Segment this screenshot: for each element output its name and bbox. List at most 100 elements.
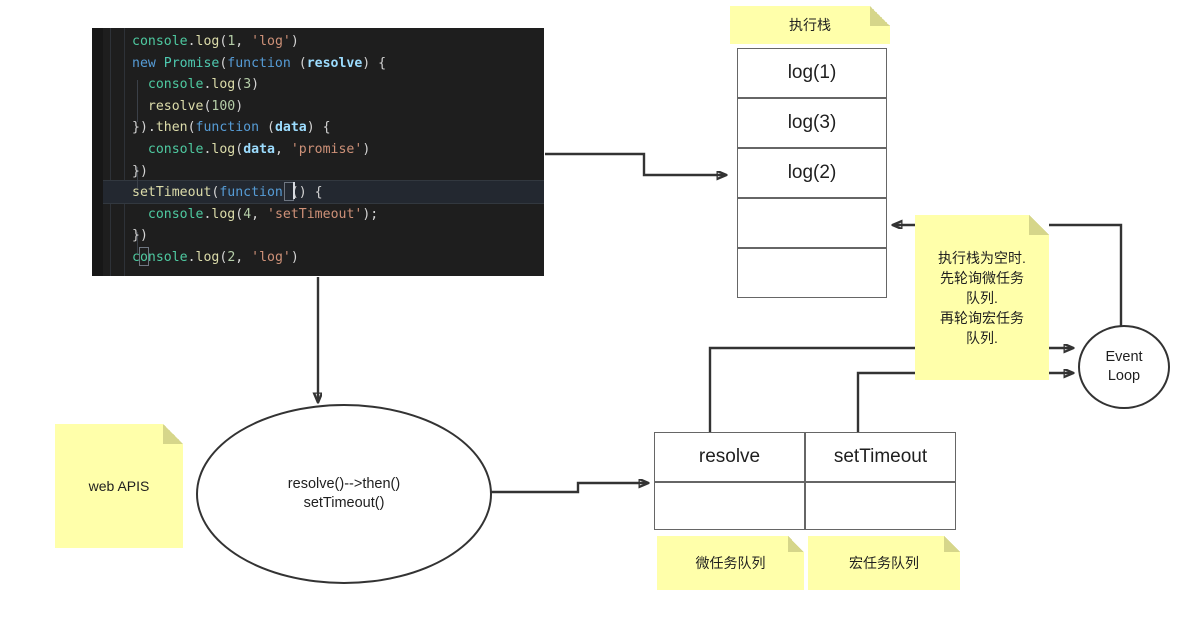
callstack-note: 执行栈 <box>730 6 890 44</box>
text-caret <box>293 182 295 199</box>
note-fold-icon <box>870 6 890 26</box>
code-token: log <box>211 77 236 93</box>
event-loop-label-line1: Event <box>1105 349 1143 365</box>
code-line: }) <box>132 161 544 183</box>
macrotask-queue-empty-cell <box>805 482 956 530</box>
code-line: console.log(3) <box>132 74 544 96</box>
code-token: log <box>195 34 220 49</box>
code-token: function <box>195 120 260 136</box>
code-line: console.log(4, 'setTimeout'); <box>132 204 544 226</box>
code-token: 'log' <box>251 249 291 265</box>
code-token: . <box>187 34 196 49</box>
editor-gutter <box>92 28 103 276</box>
code-editor-panel[interactable]: console.log(1, 'log') new Promise(functio… <box>92 28 544 276</box>
code-token: resolve <box>306 55 363 71</box>
code-token: 3 <box>243 77 252 93</box>
code-token: log <box>211 141 236 157</box>
code-token: ( <box>290 55 307 71</box>
callstack-frame-label: log(3) <box>787 112 837 133</box>
note-fold-icon <box>163 424 183 444</box>
code-token: . <box>187 249 196 265</box>
code-line: console.log(data, 'promise') <box>132 139 544 161</box>
code-token: console <box>147 206 204 222</box>
note-fold-icon <box>1029 215 1049 235</box>
code-token: }) <box>132 228 148 244</box>
code-token: ( <box>259 120 275 136</box>
code-token: log <box>211 206 236 222</box>
microtask-queue-empty-cell <box>654 482 805 530</box>
note-fold-icon <box>788 536 804 552</box>
code-token: function <box>219 185 283 201</box>
code-line: setTimeout(function () { <box>132 182 544 204</box>
callstack-note-label: 执行栈 <box>789 17 831 33</box>
code-token: , <box>251 206 268 222</box>
diagram-canvas: console.log(1, 'log') new Promise(functio… <box>0 0 1200 626</box>
editor-guide-line-1 <box>110 28 111 276</box>
code-token: function <box>227 55 291 71</box>
code-token: ) { <box>306 120 331 136</box>
code-token: log <box>195 249 220 265</box>
note-line-2: 队列. <box>966 289 998 306</box>
code-token: data <box>274 120 307 136</box>
code-token: resolve <box>147 98 204 114</box>
event-loop-label-line2: Loop <box>1107 368 1141 384</box>
note-line-0: 执行栈为空时. <box>938 249 1026 266</box>
code-token: { <box>314 185 323 201</box>
code-token: ) <box>251 77 260 93</box>
code-token: ) <box>235 98 244 114</box>
microtask-queue-head-cell: resolve <box>654 432 805 482</box>
code-token: 'log' <box>251 34 291 49</box>
callstack-frame-1: log(3) <box>737 98 887 148</box>
code-line: resolve(100) <box>132 96 544 118</box>
callstack-frame-3 <box>737 198 887 248</box>
code-token: ); <box>362 206 379 222</box>
web-apis-note: web APIS <box>55 424 183 548</box>
microtask-queue-note-label: 微任务队列 <box>695 555 766 571</box>
bracket-match-highlight-2 <box>139 247 149 266</box>
code-token: console <box>147 141 204 157</box>
edge-macrotask-to-eventloop <box>856 373 1073 432</box>
edge-code-to-callstack <box>545 152 726 175</box>
code-line: }).then(function (data) { <box>132 117 544 139</box>
microtask-queue-head-label: resolve <box>698 446 761 467</box>
event-loop-explanation-note: 执行栈为空时. 先轮询微任务 队列. 再轮询宏任务 队列. <box>915 215 1049 380</box>
note-line-1: 先轮询微任务 <box>940 269 1024 286</box>
async-ellipse-line2: setTimeout() <box>303 495 385 511</box>
macrotask-queue-head-cell: setTimeout <box>805 432 956 482</box>
callstack-frame-label: log(1) <box>787 62 837 83</box>
code-token: 'setTimeout' <box>267 206 363 222</box>
web-apis-label: web APIS <box>88 478 150 494</box>
note-line-3: 再轮询宏任务 <box>940 309 1024 326</box>
edge-ellipse-to-queues <box>489 483 648 494</box>
note-fold-icon <box>944 536 960 552</box>
code-token: , <box>235 249 252 265</box>
code-line: console.log(1, 'log') <box>132 31 544 53</box>
code-token: ) { <box>362 55 387 71</box>
callstack-frame-4 <box>737 248 887 298</box>
code-token: , <box>235 34 252 49</box>
code-token: }) <box>132 163 148 179</box>
code-token: ) <box>290 34 299 49</box>
code-token: then <box>155 120 188 136</box>
code-line: new Promise(function (resolve) { <box>132 53 544 75</box>
code-token: console <box>132 34 188 49</box>
callstack-frame-2: log(2) <box>737 148 887 198</box>
event-loop-node: Event Loop <box>1078 325 1170 409</box>
editor-guide-line-2 <box>124 28 125 276</box>
macrotask-queue-head-label: setTimeout <box>833 446 928 467</box>
code-text: console.log(1, 'log') new Promise(functio… <box>132 31 544 269</box>
code-token: data <box>243 141 275 157</box>
code-token: 4 <box>243 206 252 222</box>
async-ellipse-line1: resolve()-->then() <box>287 476 401 492</box>
callstack-frame-label: log(2) <box>787 162 837 183</box>
code-token: ( <box>235 141 244 157</box>
code-token: ) <box>362 141 371 157</box>
microtask-queue-note: 微任务队列 <box>657 536 804 590</box>
code-token: ) <box>290 249 299 265</box>
code-token: 'promise' <box>290 141 363 157</box>
code-token: , <box>274 141 291 157</box>
